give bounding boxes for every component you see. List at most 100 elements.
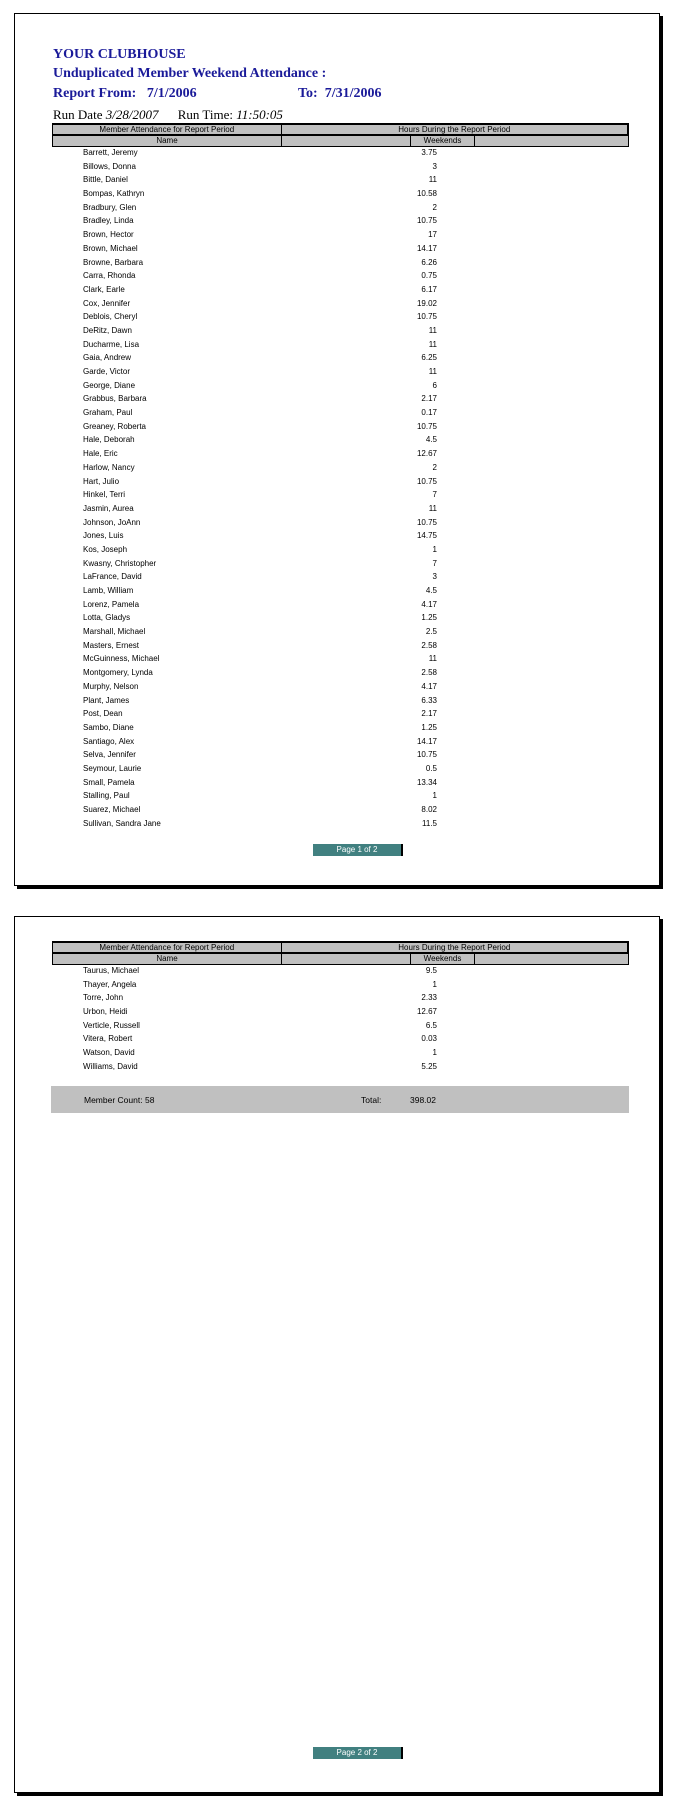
member-name: LaFrance, David [83, 572, 142, 582]
weekend-hours: 10.75 [416, 476, 437, 486]
weekend-hours: 14.17 [416, 243, 437, 253]
table-row: Greaney, Roberta 10.75 [52, 420, 629, 434]
attendance-list-page-2: Taurus, Michael 9.5 Thayer, Angela 1 Torre, … [52, 964, 629, 1074]
member-name: Hale, Deborah [83, 435, 135, 445]
table-row: Harlow, Nancy 2 [52, 461, 629, 475]
table-row: Carra, Rhonda 0.75 [52, 269, 629, 283]
weekend-hours: 5.25 [421, 1061, 437, 1071]
weekend-hours: 2.58 [421, 640, 437, 650]
table-row: George, Diane 6 [52, 379, 629, 393]
member-count: Member Count: 58 [84, 1095, 154, 1105]
table-row: Brown, Michael 14.17 [52, 242, 629, 256]
weekend-hours: 1.25 [421, 613, 437, 623]
member-name: Williams, David [83, 1061, 138, 1071]
member-name: Cox, Jennifer [83, 298, 131, 308]
member-name: Browne, Barbara [83, 257, 144, 267]
member-name: Taurus, Michael [83, 966, 140, 975]
header-group-right: Hours During the Report Period [282, 125, 628, 134]
member-name: Suarez, Michael [83, 805, 141, 814]
weekend-hours: 4.5 [425, 435, 437, 445]
member-name: Gaia, Andrew [83, 353, 132, 363]
member-name: Hinkel, Terri [83, 490, 126, 500]
table-row: Bittle, Daniel 11 [52, 173, 629, 187]
run-info: Run Date 3/28/2007 Run Time: 11:50:05 [53, 107, 299, 123]
weekend-hours: 7 [432, 558, 437, 568]
run-date: 3/28/2007 [105, 107, 159, 122]
weekend-hours: 4.17 [421, 599, 437, 609]
weekend-hours: 10.75 [416, 216, 437, 226]
weekend-hours: 1 [432, 791, 437, 801]
weekend-hours: 1.25 [421, 722, 437, 732]
weekend-hours: 4.17 [421, 681, 437, 691]
weekend-hours: 6.5 [425, 1020, 437, 1030]
member-name: Carra, Rhonda [83, 271, 136, 281]
weekend-hours: 6.26 [421, 257, 437, 267]
member-name: Sullivan, Sandra Jane [83, 818, 161, 828]
member-name: Stalling, Paul [83, 791, 130, 801]
table-row: Kos, Joseph 1 [52, 543, 629, 557]
weekend-hours: 10.75 [416, 312, 437, 322]
header-name: Name [53, 136, 282, 146]
weekend-hours: 13.34 [416, 777, 437, 787]
member-name: Brown, Hector [83, 230, 134, 240]
member-name: Graham, Paul [83, 408, 133, 418]
table-row: Small, Pamela 13.34 [52, 776, 629, 790]
header-group-right: Hours During the Report Period [282, 943, 628, 952]
table-row: Ducharme, Lisa 11 [52, 338, 629, 352]
table-row: Watson, David 1 [52, 1046, 629, 1060]
member-name: Bradley, Linda [83, 216, 134, 226]
table-row: Urbon, Heidi 12.67 [52, 1005, 629, 1019]
table-row: Lorenz, Pamela 4.17 [52, 598, 629, 612]
table-row: LaFrance, David 3 [52, 570, 629, 584]
to-group: To: 7/31/2006 [298, 86, 382, 102]
member-name: Post, Dean [83, 709, 123, 719]
table-row: Cox, Jennifer 19.02 [52, 297, 629, 311]
weekend-hours: 3.75 [421, 148, 437, 157]
member-name: George, Diane [83, 380, 136, 390]
member-name: Sambo, Diane [83, 722, 134, 732]
member-name: Kos, Joseph [83, 544, 128, 554]
header-blank [282, 136, 411, 146]
member-name: Small, Pamela [83, 777, 135, 787]
member-name: Hart, Julio [83, 476, 120, 486]
table-row: Stalling, Paul 1 [52, 789, 629, 803]
member-name: Harlow, Nancy [83, 462, 135, 472]
member-name: Billows, Donna [83, 161, 136, 171]
table-row: Clark, Earle 6.17 [52, 283, 629, 297]
member-name: Greaney, Roberta [83, 421, 146, 431]
table-row: Seymour, Laurie 0.5 [52, 762, 629, 776]
table-row: Hale, Deborah 4.5 [52, 433, 629, 447]
member-name: Thayer, Angela [83, 979, 137, 989]
header-group-left: Member Attendance for Report Period [53, 943, 282, 952]
member-name: McGuinness, Michael [83, 654, 160, 664]
table-row: Bradbury, Glen 2 [52, 201, 629, 215]
table-row: Marshall, Michael 2.5 [52, 625, 629, 639]
attendance-list-page-1: Barrett, Jeremy 3.75 Billows, Donna 3 Bittle… [52, 146, 629, 830]
weekend-hours: 11 [428, 325, 437, 335]
table-row: Deblois, Cheryl 10.75 [52, 310, 629, 324]
total-label: Total: [361, 1095, 382, 1105]
org-name: YOUR CLUBHOUSE [53, 47, 186, 62]
member-name: Deblois, Cheryl [83, 312, 138, 322]
table-row: Barrett, Jeremy 3.75 [52, 146, 629, 160]
member-name: Bradbury, Glen [83, 202, 137, 212]
member-name: Lamb, William [83, 586, 134, 595]
weekend-hours: 12.67 [416, 449, 437, 459]
weekend-hours: 11 [428, 339, 437, 349]
member-name: Torre, John [83, 993, 124, 1003]
member-name: Lotta, Gladys [83, 613, 131, 623]
member-name: Watson, David [83, 1048, 135, 1058]
weekend-hours: 10.75 [416, 517, 437, 527]
weekend-hours: 1 [432, 1048, 437, 1058]
table-row: Suarez, Michael 8.02 [52, 803, 629, 817]
run-date-label: Run Date [53, 107, 103, 122]
weekend-hours: 2.5 [425, 627, 437, 637]
member-name: Jasmin, Aurea [83, 503, 134, 513]
table-row: Grabbus, Barbara 2.17 [52, 392, 629, 406]
member-name: Lorenz, Pamela [83, 599, 140, 609]
page-indicator: Page 2 of 2 [313, 1747, 403, 1759]
table-header: Member Attendance for Report Period Hour… [52, 123, 629, 147]
table-row: Verticle, Russell 6.5 [52, 1019, 629, 1033]
member-name: Vitera, Robert [83, 1034, 133, 1044]
table-row: Taurus, Michael 9.5 [52, 964, 629, 978]
